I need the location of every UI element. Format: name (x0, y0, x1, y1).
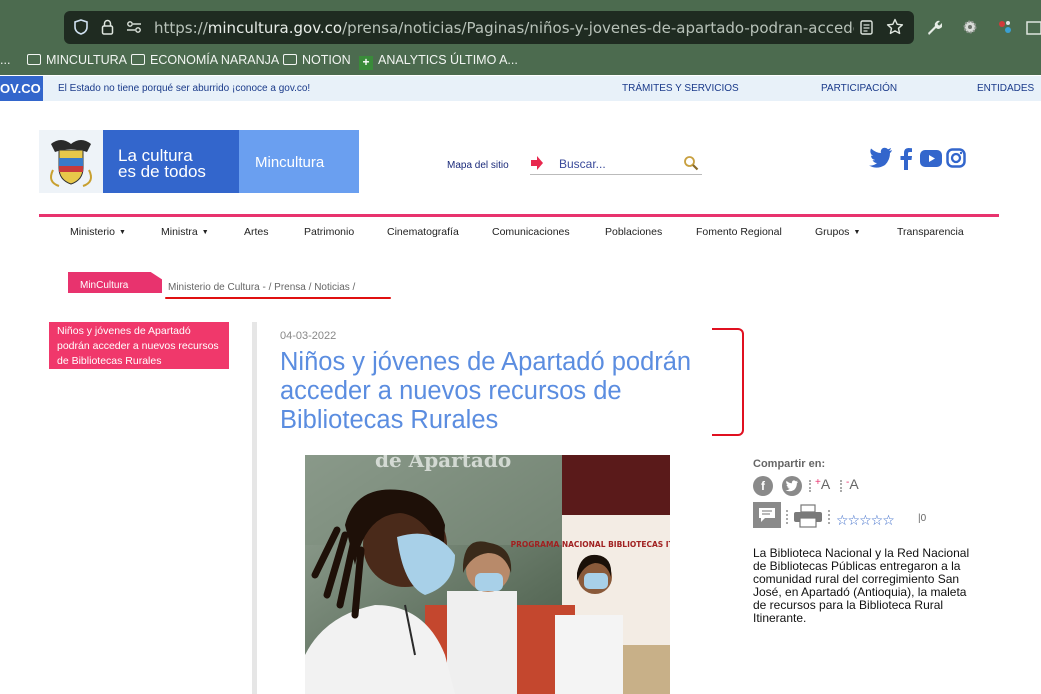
breadcrumb-separator: / (268, 282, 272, 293)
wrench-icon[interactable] (926, 19, 943, 38)
slogan-line-2: es de todos (118, 162, 206, 181)
rating-count: |0 (918, 513, 927, 524)
youtube-icon[interactable] (920, 150, 942, 172)
permissions-icon[interactable] (126, 20, 142, 37)
font-decrease-label: A (849, 476, 859, 492)
shield-icon[interactable] (74, 19, 88, 38)
slogan-banner[interactable]: La cultura es de todos (103, 130, 239, 193)
nav-grupos[interactable]: Grupos ▼ (815, 226, 860, 238)
browser-toolbar: https://mincultura.gov.co/prensa/noticia… (0, 0, 1041, 47)
search-box (530, 155, 702, 175)
separator (786, 510, 788, 524)
extension-puzzle-icon[interactable] (1026, 18, 1041, 39)
font-increase-label: A (820, 476, 831, 492)
nav-ministra[interactable]: Ministra ▼ (161, 226, 209, 238)
caret-down-icon: ▼ (853, 229, 861, 236)
instagram-icon[interactable] (946, 148, 966, 173)
gov-link-tramites[interactable]: TRÁMITES Y SERVICIOS (622, 83, 739, 94)
bookmark-mincultura[interactable]: MINCULTURA (27, 53, 127, 67)
search-icon[interactable] (683, 155, 699, 176)
article-photo[interactable]: de Apartado PROGRAMA NACIONAL BIBLIOTECA… (305, 455, 670, 694)
twitter-share-icon[interactable] (782, 476, 802, 496)
folder-icon (283, 54, 297, 65)
column-divider (252, 322, 257, 694)
url-path: /prensa/noticias/Paginas/niños-y-jovenes… (342, 19, 854, 37)
brand-name: Mincultura (255, 154, 325, 171)
caret-down-icon: ▼ (201, 229, 209, 236)
gov-bar: OV.CO El Estado no tiene porqué ser abur… (0, 76, 1041, 101)
font-decrease-button[interactable]: -A (840, 476, 859, 494)
plus-icon: + (359, 56, 373, 70)
article-date: 04-03-2022 (280, 330, 337, 342)
nav-artes[interactable]: Artes (244, 226, 269, 238)
twitter-icon[interactable] (869, 147, 893, 174)
separator (840, 480, 842, 492)
nav-patrimonio[interactable]: Patrimonio (304, 226, 354, 238)
url-host: mincultura.gov.co (207, 19, 343, 37)
bookmark-economia-naranja[interactable]: ECONOMÍA NARANJA (131, 53, 279, 67)
breadcrumb-separator: / (308, 282, 312, 293)
annotation-underline (165, 297, 391, 299)
gov-link-participacion[interactable]: PARTICIPACIÓN (821, 83, 897, 94)
nav-transparencia[interactable]: Transparencia (897, 226, 964, 238)
nav-accent-line (39, 214, 999, 217)
bookmark-star-icon[interactable] (886, 18, 904, 38)
folder-icon (131, 54, 145, 65)
nav-ministerio[interactable]: Ministerio ▼ (70, 226, 126, 238)
nav-poblaciones[interactable]: Poblaciones (605, 226, 662, 238)
arrow-right-icon (530, 155, 544, 176)
separator (828, 510, 830, 524)
url-scheme: https:// (154, 19, 208, 37)
share-label: Compartir en: (753, 458, 826, 470)
lock-icon[interactable] (101, 19, 114, 38)
mincultura-logo[interactable]: Mincultura (239, 130, 359, 193)
breadcrumb-ministerio[interactable]: Ministerio de Cultura - (168, 282, 266, 293)
gov-tagline-link[interactable]: El Estado no tiene porqué ser aburrido ¡… (58, 83, 310, 94)
address-bar[interactable]: https://mincultura.gov.co/prensa/noticia… (64, 11, 914, 44)
facebook-icon[interactable] (899, 147, 913, 175)
photo-banner-text: PROGRAMA NACIONAL BIBLIOTECAS ITINERANTE… (511, 540, 670, 549)
gov-co-logo[interactable]: OV.CO (0, 76, 43, 101)
extension-gear-icon[interactable] (961, 18, 979, 39)
gov-link-entidades[interactable]: ENTIDADES (977, 83, 1034, 94)
sidebar-item-active-article[interactable]: Niños y jóvenes de Apartadó podrán acced… (49, 322, 229, 369)
font-increase-button[interactable]: +A (809, 476, 830, 494)
bookmark-analytics[interactable]: + ANALYTICS ÚLTIMO A... (359, 53, 518, 70)
svg-text:PROGRAMA NACIONAL BIBLIOTECAS: PROGRAMA NACIONAL BIBLIOTECAS ITINERANTE… (511, 540, 670, 549)
bookmark-item[interactable]: ... (0, 53, 10, 67)
print-icon[interactable] (793, 504, 823, 533)
coat-of-arms-logo[interactable] (39, 130, 103, 193)
nav-comunicaciones[interactable]: Comunicaciones (492, 226, 570, 238)
reader-view-icon[interactable] (860, 20, 873, 38)
article-summary: La Biblioteca Nacional y la Red Nacional… (753, 546, 970, 625)
breadcrumb: Ministerio de Cultura - / Prensa / Notic… (168, 282, 355, 293)
article-title: Niños y jóvenes de Apartadó podrán acced… (280, 348, 692, 434)
search-input[interactable] (559, 157, 679, 171)
breadcrumb-prensa[interactable]: Prensa (274, 282, 306, 293)
sitemap-link[interactable]: Mapa del sitio (447, 160, 509, 171)
caret-down-icon: ▼ (118, 229, 126, 236)
bookmarks-bar: ... MINCULTURA ECONOMÍA NARANJA NOTION +… (0, 47, 1041, 75)
separator (809, 480, 811, 492)
section-tag[interactable]: MinCultura (68, 272, 162, 293)
nav-cinematografia[interactable]: Cinematografía (387, 226, 459, 238)
annotation-bracket (712, 328, 744, 436)
folder-icon (27, 54, 41, 65)
photo-backdrop-text: de Apartado (375, 455, 511, 472)
breadcrumb-separator: / (352, 282, 356, 293)
rating-count-value: 0 (920, 513, 927, 524)
nav-fomento-regional[interactable]: Fomento Regional (696, 226, 782, 238)
rating-stars[interactable]: ☆☆☆☆☆ (836, 512, 895, 529)
url-text[interactable]: https://mincultura.gov.co/prensa/noticia… (154, 19, 854, 37)
extension-icon[interactable] (996, 18, 1014, 39)
bookmark-notion[interactable]: NOTION (283, 53, 351, 67)
facebook-share-icon[interactable]: f (753, 476, 773, 496)
email-share-icon[interactable] (753, 502, 781, 528)
breadcrumb-noticias[interactable]: Noticias (314, 282, 350, 293)
